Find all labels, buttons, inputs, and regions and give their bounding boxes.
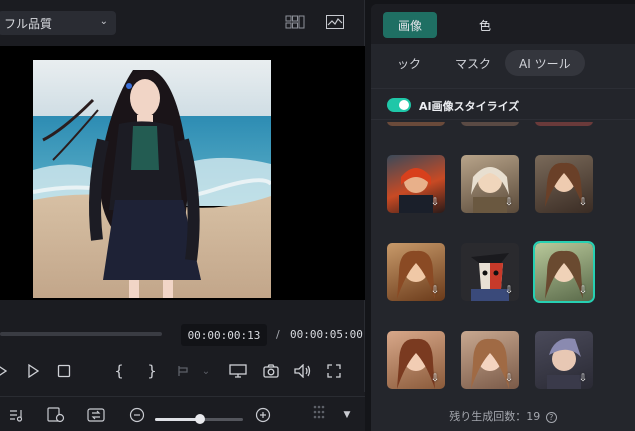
remaining-text: 残り生成回数：19 [449,410,541,423]
audio-mixer-icon[interactable] [8,407,26,423]
monitor-icon[interactable] [228,362,248,380]
fullscreen-icon[interactable] [326,362,342,380]
style-thumbnail[interactable]: ⇩ [387,243,445,301]
zoom-in-icon[interactable] [254,407,272,423]
style-thumbnail[interactable]: ⇩ [535,155,593,213]
style-thumbnail[interactable]: ⇩ [461,331,519,389]
preview-render-icon[interactable] [47,407,65,423]
zoom-slider-fill [155,418,200,421]
ai-stylize-row: AI画像スタイライズ [371,88,635,120]
mark-in-icon[interactable]: { [112,362,126,380]
download-icon: ⇩ [578,285,588,296]
preview-panel: フル品質 ⌄ 00:00:00:13 / 00:00:05:00 {} ⌄ ▼ [0,0,365,431]
player: フル品質 ⌄ 00:00:00:13 / 00:00:05:00 {} ⌄ [0,0,365,392]
camera-icon[interactable] [262,362,280,380]
download-icon: ⇩ [578,373,588,384]
insert-clip-icon[interactable] [176,362,192,380]
subtab-basic[interactable]: ック [397,50,421,76]
drag-handle-icon[interactable] [310,405,328,421]
help-icon[interactable]: ? [545,411,557,423]
tab-color[interactable]: 色 [469,12,501,38]
property-panel: 画像 色 ック マスク AI ツール AI画像スタイライズ ⇩ ⇩ ⇩ ⇩ ⇩ … [371,4,635,431]
style-thumbnail[interactable]: ⇩ [387,155,445,213]
grid-view-icon[interactable] [285,14,305,30]
property-tabs: 画像 色 [371,4,635,44]
previous-frame-icon[interactable] [0,362,8,380]
remaining-generations: 残り生成回数：19 ? [371,408,635,424]
download-icon: ⇩ [430,197,440,208]
toggle-knob [399,100,409,110]
chevron-down-icon[interactable]: ⌄ [200,362,212,380]
property-subtabs: ック マスク AI ツール [371,50,635,78]
timeline-zoom-slider[interactable] [155,414,243,424]
download-icon: ⇩ [504,197,514,208]
download-icon: ⇩ [504,285,514,296]
download-icon: ⇩ [504,373,514,384]
preview-viewer[interactable] [0,46,365,300]
style-grid: ⇩ ⇩ ⇩ ⇩ ⇩ ⇩ ⇩ ⇩ ⇩ [371,122,635,400]
download-icon: ⇩ [430,285,440,296]
stop-icon[interactable] [56,362,72,380]
style-thumbnail[interactable] [535,122,593,126]
chevron-down-icon: ⌄ [99,16,108,27]
waveform-icon[interactable] [325,14,345,30]
ai-stylize-toggle[interactable] [387,98,411,112]
style-thumbnail-selected[interactable]: ⇩ [533,241,595,303]
quality-label: フル品質 [4,16,53,31]
style-thumbnail[interactable] [387,122,445,126]
timecode-current[interactable]: 00:00:00:13 [181,324,267,346]
app-window: フル品質 ⌄ 00:00:00:13 / 00:00:05:00 {} ⌄ ▼… [0,0,635,431]
style-thumbnail[interactable] [461,122,519,126]
ai-stylize-label: AI画像スタイライズ [419,100,520,113]
replace-clip-icon[interactable] [87,407,105,423]
download-icon: ⇩ [578,197,588,208]
subtab-mask[interactable]: マスク [455,50,491,76]
quality-dropdown[interactable]: フル品質 ⌄ [0,11,116,35]
preview-image [33,60,271,298]
style-thumbnail[interactable]: ⇩ [461,155,519,213]
download-icon: ⇩ [430,373,440,384]
volume-icon[interactable] [294,362,312,380]
timecode-separator: / [276,328,280,341]
zoom-out-icon[interactable] [128,407,146,423]
play-icon[interactable] [24,362,42,380]
style-thumbnail[interactable]: ⇩ [461,243,519,301]
playback-scrubber[interactable] [0,332,162,336]
zoom-slider-knob[interactable] [195,414,205,424]
mark-out-icon[interactable]: } [145,362,159,380]
timeline-toolbar: ▼ [0,396,365,431]
style-thumbnail[interactable]: ⇩ [535,331,593,389]
tab-image[interactable]: 画像 [383,12,437,38]
timecode-total: 00:00:05:00 [290,328,363,341]
style-thumbnail[interactable]: ⇩ [387,331,445,389]
chevron-down-icon[interactable]: ▼ [338,407,356,423]
subtab-ai-tools[interactable]: AI ツール [505,50,585,76]
